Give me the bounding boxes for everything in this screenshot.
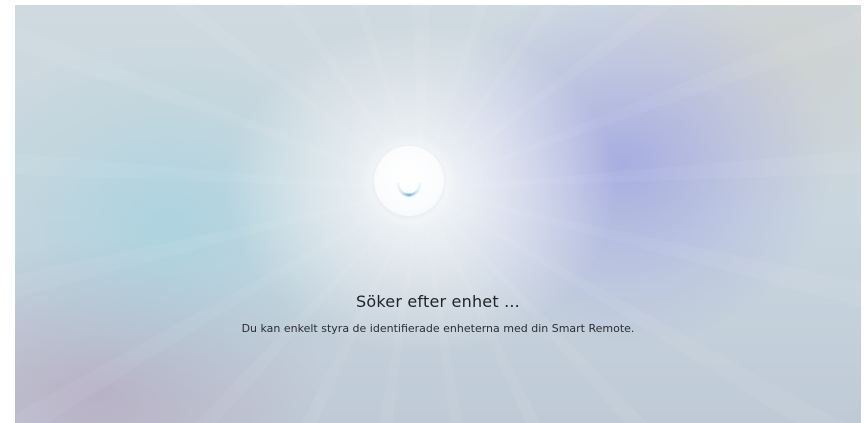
loading-spinner <box>374 146 444 216</box>
status-title: Söker efter enhet ... <box>356 292 520 311</box>
tv-screen: Söker efter enhet ... Du kan enkelt styr… <box>15 5 861 423</box>
loading-spinner-icon <box>396 182 422 197</box>
status-description: Du kan enkelt styra de identifierade enh… <box>241 322 635 335</box>
